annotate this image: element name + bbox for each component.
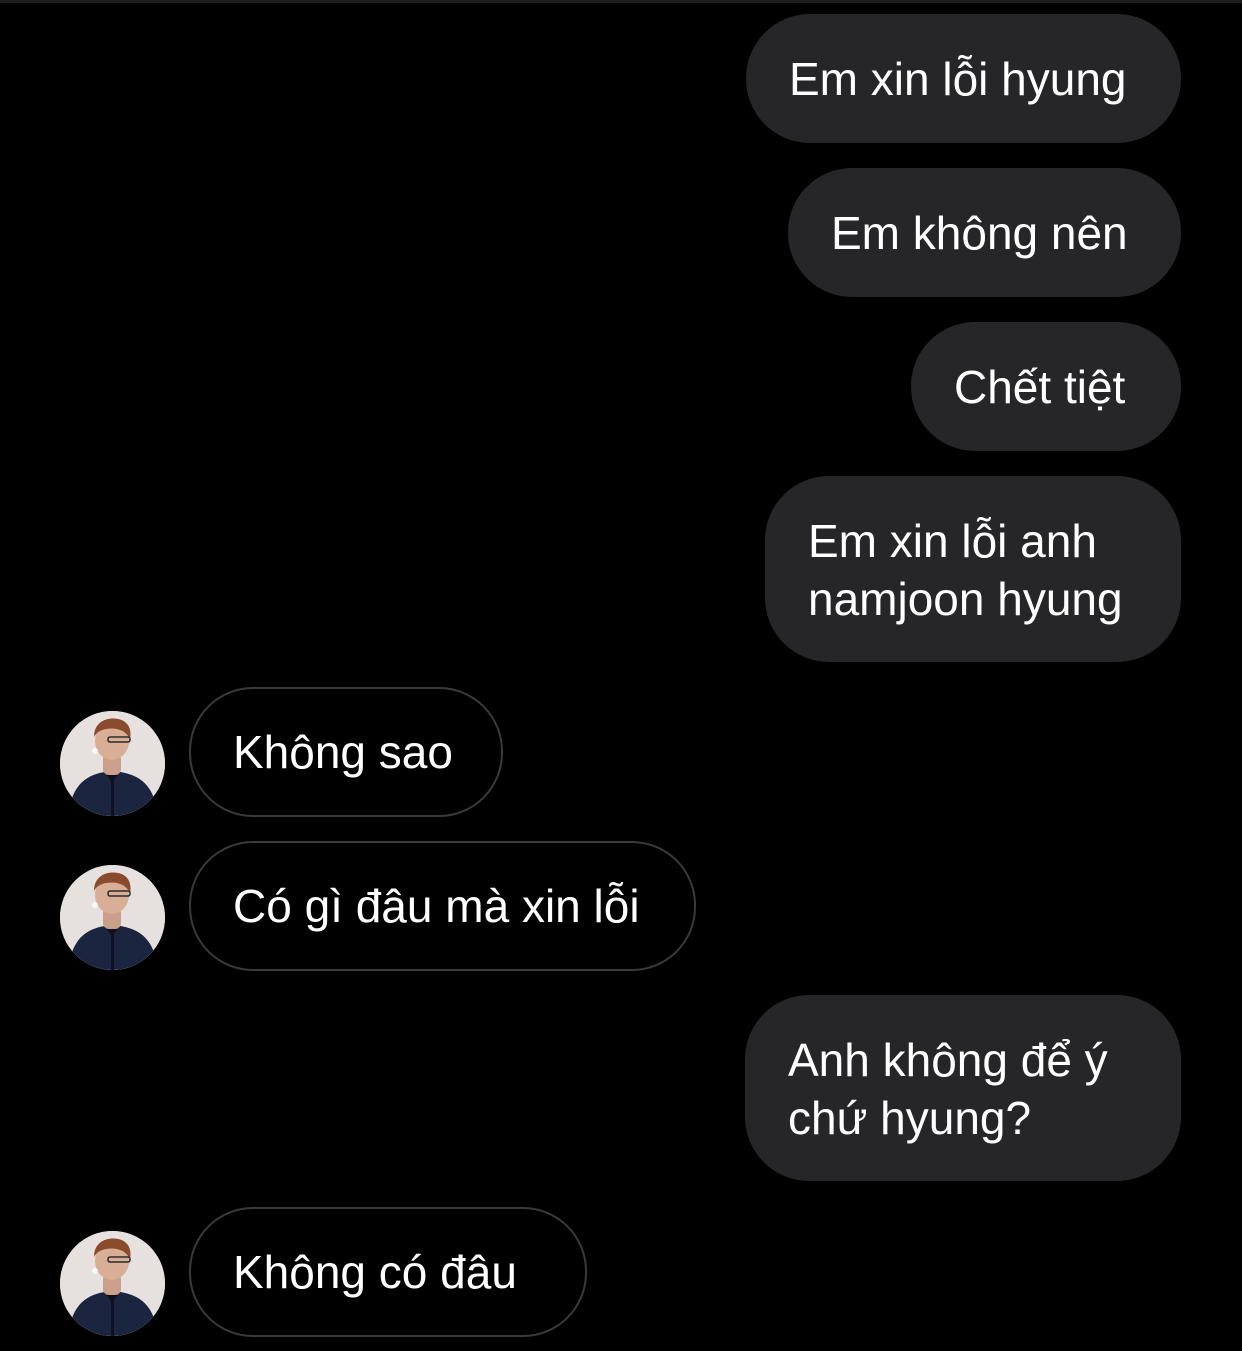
contact-avatar[interactable] [60,865,165,970]
message-thread[interactable]: Em xin lỗi hyung Em không nên Chết tiệt … [0,0,1242,1351]
person-photo-icon [60,711,165,816]
person-photo-icon [60,865,165,970]
message-bubble-sent[interactable]: Em xin lỗi anh namjoon hyung [765,476,1181,662]
message-bubble-sent[interactable]: Em xin lỗi hyung [746,14,1181,143]
contact-avatar[interactable] [60,1231,165,1336]
message-bubble-received[interactable]: Không sao [189,687,503,817]
person-photo-icon [60,1231,165,1336]
message-bubble-sent[interactable]: Anh không để ý chứ hyung? [745,995,1181,1181]
message-bubble-sent[interactable]: Em không nên [788,168,1181,297]
contact-avatar[interactable] [60,711,165,816]
message-bubble-sent[interactable]: Chết tiệt [911,322,1181,451]
message-bubble-received[interactable]: Có gì đâu mà xin lỗi [189,841,696,971]
message-bubble-received[interactable]: Không có đâu [189,1207,587,1337]
